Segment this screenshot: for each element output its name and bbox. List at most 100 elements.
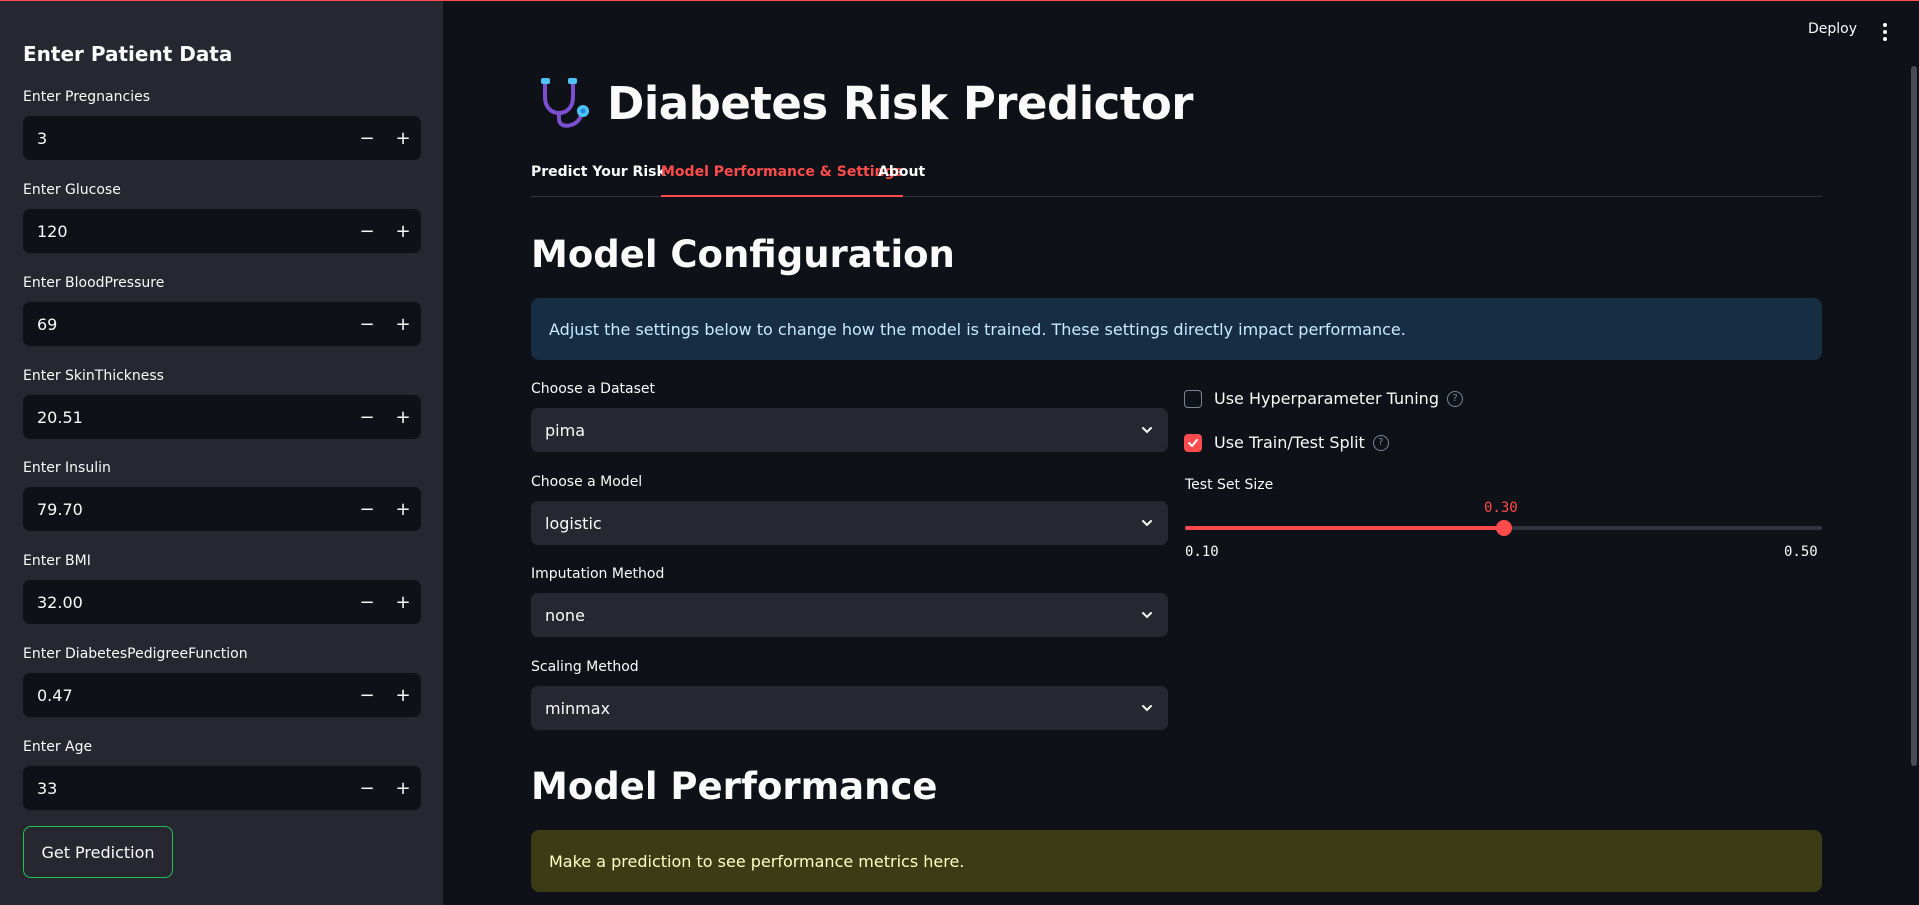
field-label: Enter BloodPressure <box>23 275 165 291</box>
page-title: Diabetes Risk Predictor <box>607 77 1193 130</box>
chevron-down-icon <box>1142 427 1152 434</box>
hyperparameter-tuning-checkbox[interactable] <box>1184 389 1202 408</box>
number-input[interactable]: 120 − + <box>23 209 421 253</box>
tab-bar: Predict Your Risk Model Performance & Se… <box>531 161 1822 197</box>
model-select[interactable]: logistic <box>531 501 1168 545</box>
field-bloodpressure: Enter BloodPressure 69 − + <box>23 273 421 346</box>
dataset-select-field: Choose a Dataset pima <box>531 379 1168 452</box>
decrement-button[interactable]: − <box>349 673 385 717</box>
field-glucose: Enter Glucose 120 − + <box>23 180 421 253</box>
scrollbar[interactable] <box>1911 66 1917 766</box>
number-input[interactable]: 20.51 − + <box>23 395 421 439</box>
chevron-down-icon <box>1142 520 1152 527</box>
field-insulin: Enter Insulin 79.70 − + <box>23 458 421 531</box>
sidebar: Enter Patient Data Enter Pregnancies 3 −… <box>0 1 443 905</box>
select-value: pima <box>545 420 585 440</box>
increment-button[interactable]: + <box>385 673 421 717</box>
section-heading-performance: Model Performance <box>531 765 938 808</box>
field-label: Enter Glucose <box>23 182 121 198</box>
dataset-select[interactable]: pima <box>531 408 1168 452</box>
decrement-button[interactable]: − <box>349 395 385 439</box>
field-label: Enter Pregnancies <box>23 89 150 105</box>
decrement-button[interactable]: − <box>349 209 385 253</box>
hyperparameter-tuning-checkbox-row[interactable]: Use Hyperparameter Tuning ? <box>1184 389 1463 408</box>
field-label: Enter DiabetesPedigreeFunction <box>23 646 248 662</box>
info-alert-text: Adjust the settings below to change how … <box>549 319 1406 339</box>
number-input[interactable]: 33 − + <box>23 766 421 810</box>
train-test-split-checkbox-row[interactable]: Use Train/Test Split ? <box>1184 433 1389 452</box>
select-value: minmax <box>545 698 611 718</box>
field-skinthickness: Enter SkinThickness 20.51 − + <box>23 366 421 439</box>
chevron-down-icon <box>1142 612 1152 619</box>
number-input-value[interactable]: 33 <box>23 779 349 798</box>
select-label: Imputation Method <box>531 566 665 582</box>
number-input-value[interactable]: 32.00 <box>23 593 349 612</box>
slider-label: Test Set Size <box>1185 477 1274 493</box>
number-input[interactable]: 69 − + <box>23 302 421 346</box>
field-bmi: Enter BMI 32.00 − + <box>23 551 421 624</box>
tab-about[interactable]: About <box>878 161 925 197</box>
decrement-button[interactable]: − <box>349 766 385 810</box>
select-label: Choose a Model <box>531 474 643 490</box>
number-input-value[interactable]: 120 <box>23 222 349 241</box>
tab-predict-your-risk[interactable]: Predict Your Risk <box>531 161 666 197</box>
scaling-select-field: Scaling Method minmax <box>531 657 1168 730</box>
field-label: Enter Age <box>23 739 93 755</box>
increment-button[interactable]: + <box>385 209 421 253</box>
select-label: Choose a Dataset <box>531 381 655 397</box>
increment-button[interactable]: + <box>385 487 421 531</box>
increment-button[interactable]: + <box>385 766 421 810</box>
imputation-select-field: Imputation Method none <box>531 564 1168 637</box>
slider-thumb[interactable] <box>1495 520 1512 536</box>
checkbox-label[interactable]: Use Train/Test Split <box>1214 433 1365 452</box>
decrement-button[interactable]: − <box>349 487 385 531</box>
train-test-split-checkbox[interactable] <box>1184 433 1202 452</box>
main-menu-icon[interactable] <box>1880 21 1890 43</box>
increment-button[interactable]: + <box>385 395 421 439</box>
help-icon[interactable]: ? <box>1446 390 1463 407</box>
number-input-value[interactable]: 79.70 <box>23 500 349 519</box>
increment-button[interactable]: + <box>385 580 421 624</box>
help-icon[interactable]: ? <box>1372 434 1389 451</box>
deploy-button[interactable]: Deploy <box>1808 21 1857 37</box>
number-input[interactable]: 79.70 − + <box>23 487 421 531</box>
imputation-select[interactable]: none <box>531 593 1168 637</box>
decrement-button[interactable]: − <box>349 116 385 160</box>
tab-model-performance-settings[interactable]: Model Performance & Settings <box>661 161 903 197</box>
number-input-value[interactable]: 0.47 <box>23 686 349 705</box>
test-size-slider[interactable] <box>1185 520 1822 536</box>
warning-alert-text: Make a prediction to see performance met… <box>549 851 965 871</box>
field-diabetespedigreefunction: Enter DiabetesPedigreeFunction 0.47 − + <box>23 644 421 717</box>
decrement-button[interactable]: − <box>349 580 385 624</box>
field-label: Enter BMI <box>23 553 91 569</box>
scaling-select[interactable]: minmax <box>531 686 1168 730</box>
sidebar-title: Enter Patient Data <box>23 42 233 66</box>
field-label: Enter SkinThickness <box>23 368 164 384</box>
section-heading-configuration: Model Configuration <box>531 233 955 276</box>
get-prediction-button[interactable]: Get Prediction <box>23 826 173 878</box>
number-input-value[interactable]: 20.51 <box>23 408 349 427</box>
checkbox-label[interactable]: Use Hyperparameter Tuning <box>1214 389 1439 408</box>
number-input[interactable]: 32.00 − + <box>23 580 421 624</box>
chevron-down-icon <box>1142 705 1152 712</box>
slider-max-label: 0.50 <box>1784 544 1818 560</box>
model-select-field: Choose a Model logistic <box>531 472 1168 545</box>
decrement-button[interactable]: − <box>349 302 385 346</box>
number-input-value[interactable]: 69 <box>23 315 349 334</box>
number-input[interactable]: 3 − + <box>23 116 421 160</box>
select-label: Scaling Method <box>531 659 639 675</box>
warning-alert: Make a prediction to see performance met… <box>531 830 1822 892</box>
increment-button[interactable]: + <box>385 116 421 160</box>
slider-min-label: 0.10 <box>1185 544 1219 560</box>
checkmark-icon <box>1188 438 1198 447</box>
select-value: logistic <box>545 513 602 533</box>
info-alert: Adjust the settings below to change how … <box>531 298 1822 360</box>
stethoscope-icon <box>541 78 589 128</box>
slider-fill <box>1185 526 1504 530</box>
number-input-value[interactable]: 3 <box>23 129 349 148</box>
increment-button[interactable]: + <box>385 302 421 346</box>
number-input[interactable]: 0.47 − + <box>23 673 421 717</box>
field-pregnancies: Enter Pregnancies 3 − + <box>23 87 421 160</box>
field-age: Enter Age 33 − + <box>23 737 421 810</box>
field-label: Enter Insulin <box>23 460 111 476</box>
